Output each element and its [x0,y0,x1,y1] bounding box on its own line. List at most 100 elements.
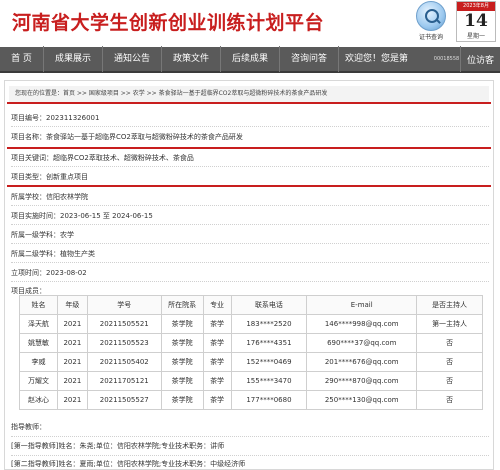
calendar-weekday: 星期一 [466,33,485,40]
divider [11,243,489,244]
table-row: 李威 2021 20211505402 茶学院 茶学 152****0469 2… [19,352,483,372]
col-student-id: 学号 [86,295,162,315]
member-grade: 2021 [56,390,88,410]
divider [11,281,489,282]
main-nav: 首 页 成果展示 通知公告 政策文件 后续成果 咨询问答 欢迎您！您是第 000… [0,46,500,73]
type-highlight [7,185,491,187]
member-major: 茶学 [202,333,232,353]
project-period: 项目实施时间：2023-06-15 至 2024-06-15 [11,212,153,220]
member-phone: 176****4351 [230,333,308,353]
breadcrumb-highlight [7,102,491,104]
certificate-query-button[interactable]: 证书查询 [413,1,449,41]
col-phone: 联系电话 [230,295,308,315]
col-grade: 年级 [56,295,88,315]
nav-achievements[interactable]: 成果展示 [44,46,103,72]
member-grade: 2021 [56,352,88,372]
member-host: 否 [416,352,483,372]
member-student-id: 20211505523 [86,333,162,353]
col-major: 专业 [202,295,232,315]
divider [11,126,489,127]
nav-home[interactable]: 首 页 [0,46,44,72]
member-department: 茶学院 [160,314,204,334]
teachers-title: 指导教师： [11,423,46,431]
member-host: 否 [416,390,483,410]
member-department: 茶学院 [160,390,204,410]
first-teacher: [第一指导教师]姓名：朱尧;单位：信阳农林学院;专业技术职务：讲师 [11,442,225,450]
table-row: 姚慧敏 2021 20211505523 茶学院 茶学 176****4351 … [19,333,483,353]
visitor-suffix: 位访客 [467,55,495,66]
member-name: 李威 [19,352,58,372]
member-host: 第一主持人 [416,314,483,334]
member-host: 否 [416,371,483,391]
member-email: 690****37@qq.com [306,333,418,353]
member-phone: 155****3470 [230,371,308,391]
project-approval-date: 立项时间：2023-08-02 [11,269,87,277]
project-discipline2: 所属二级学科：植物生产类 [11,250,95,258]
project-keywords: 项目关键词：超临界CO2萃取技术、超微粉碎技术、茶食品 [11,154,194,162]
divider [11,224,489,225]
col-email: E-mail [306,295,418,315]
member-major: 茶学 [202,314,232,334]
member-name: 姚慧敏 [19,333,58,353]
member-major: 茶学 [202,352,232,372]
second-teacher: [第二指导教师]姓名：夏雨;单位：信阳农林学院;专业技术职务：中级经济师 [11,460,246,468]
member-student-id: 20211505521 [86,314,162,334]
member-phone: 183****2520 [230,314,308,334]
table-row: 赵冰心 2021 20211505527 茶学院 茶学 177****0680 … [19,390,483,410]
member-email: 250****130@qq.com [306,390,418,410]
name-highlight [7,147,491,149]
breadcrumb: 您现在的位置是：首页 >> 国家级项目 >> 农学 >> 茶食驿站一基于超临界C… [9,86,489,102]
member-name: 赵冰心 [19,390,58,410]
nav-follow-up[interactable]: 后续成果 [221,46,280,72]
magnifier-icon [416,1,446,31]
divider [11,455,489,456]
site-title: 河南省大学生创新创业训练计划平台 [12,12,325,34]
project-detail-panel: 您现在的位置是：首页 >> 国家级项目 >> 农学 >> 茶食驿站一基于超临界C… [4,80,494,470]
project-school: 所属学校：信阳农林学院 [11,193,88,201]
member-phone: 152****0469 [230,352,308,372]
divider [11,205,489,206]
member-name: 万耀文 [19,371,58,391]
members-table: 姓名 年级 学号 所在院系 专业 联系电话 E-mail 是否主持人 泽天航 2… [19,295,483,410]
member-student-id: 20211505527 [86,390,162,410]
member-phone: 177****0680 [230,390,308,410]
col-department: 所在院系 [160,295,204,315]
member-grade: 2021 [56,371,88,391]
visitor-count: 00018558 [433,46,461,72]
project-type: 项目类型：创新重点项目 [11,173,88,181]
member-student-id: 20211505402 [86,352,162,372]
member-major: 茶学 [202,390,232,410]
member-grade: 2021 [56,314,88,334]
member-host: 否 [416,333,483,353]
member-major: 茶学 [202,371,232,391]
nav-welcome-text: 欢迎您！您是第 [345,54,409,64]
member-department: 茶学院 [160,333,204,353]
member-email: 290****870@qq.com [306,371,418,391]
certificate-query-label: 证书查询 [418,34,443,41]
nav-notices[interactable]: 通知公告 [103,46,162,72]
nav-policies[interactable]: 政策文件 [162,46,221,72]
divider [11,436,489,437]
divider [11,262,489,263]
project-number: 项目编号：202311326001 [11,114,100,122]
project-discipline1: 所属一级学科：农学 [11,231,74,239]
col-name: 姓名 [19,295,58,315]
members-header-row: 姓名 年级 学号 所在院系 专业 联系电话 E-mail 是否主持人 [19,295,483,315]
member-email: 146****998@qq.com [306,314,418,334]
calendar-day: 14 [464,11,488,31]
member-department: 茶学院 [160,352,204,372]
col-host: 是否主持人 [416,295,483,315]
project-name: 项目名称：茶食驿站一基于超临界CO2萃取与超微粉碎技术的茶食产品研发 [11,133,243,141]
nav-qa[interactable]: 咨询问答 [280,46,339,72]
member-student-id: 20211705121 [86,371,162,391]
table-row: 泽天航 2021 20211505521 茶学院 茶学 183****2520 … [19,314,483,334]
table-row: 万耀文 2021 20211705121 茶学院 茶学 155****3470 … [19,371,483,391]
member-name: 泽天航 [19,314,58,334]
member-department: 茶学院 [160,371,204,391]
calendar-widget: 2023年8月 14 星期一 [456,1,496,42]
member-email: 201****676@qq.com [306,352,418,372]
member-grade: 2021 [56,333,88,353]
divider [11,166,489,167]
calendar-month: 2023年8月 [457,2,495,11]
site-header: 河南省大学生创新创业训练计划平台 证书查询 2023年8月 14 星期一 [0,0,500,46]
